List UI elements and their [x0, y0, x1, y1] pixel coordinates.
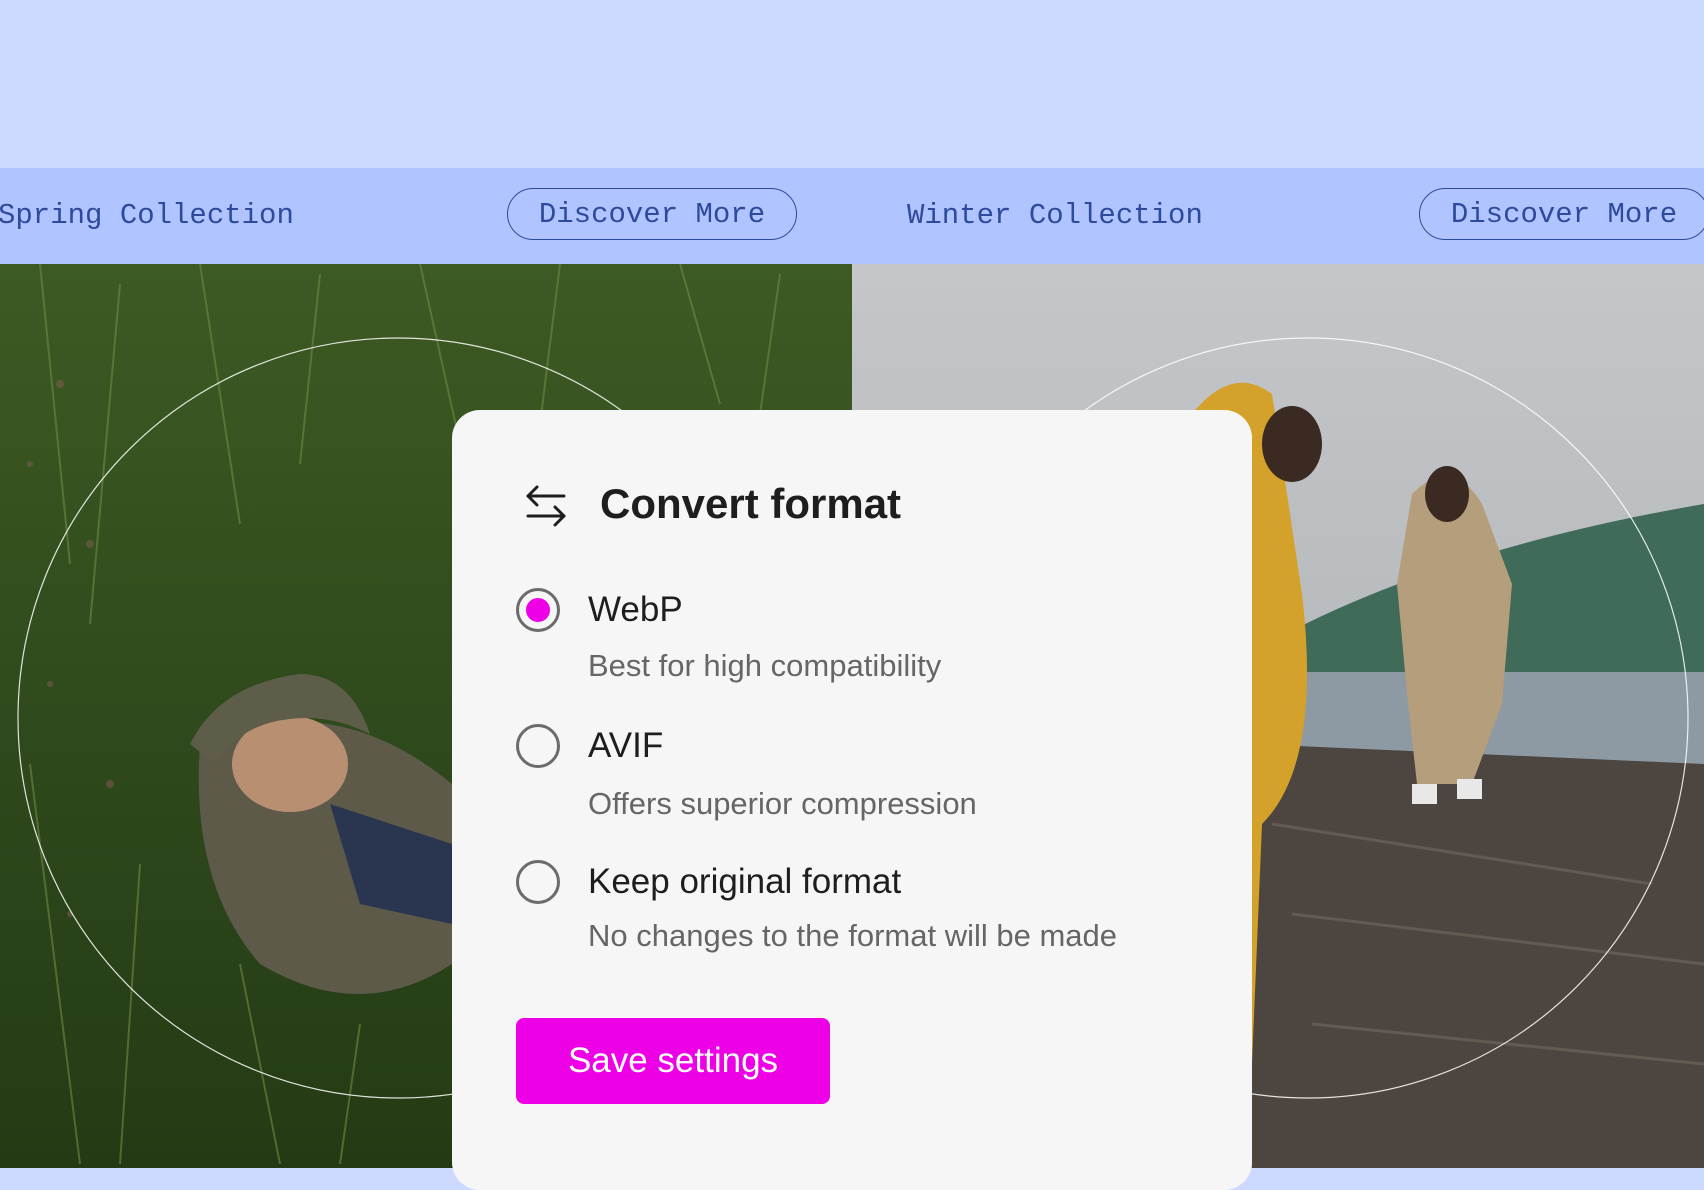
option-description: No changes to the format will be made	[588, 918, 1117, 953]
collection-bar: Spring Collection Discover More Winter C…	[0, 168, 1704, 264]
option-label: WebP	[588, 590, 683, 629]
top-band	[0, 0, 1704, 168]
option-label: Keep original format	[588, 862, 902, 901]
convert-format-dialog: Convert format WebP Best for high compat…	[452, 410, 1252, 1190]
swap-arrows-icon	[526, 485, 566, 527]
option-description: Offers superior compression	[588, 786, 977, 821]
option-avif[interactable]: AVIF Offers superior compression	[516, 724, 1196, 834]
option-label: AVIF	[588, 726, 664, 765]
radio-avif[interactable]	[516, 724, 560, 768]
radio-keep-original[interactable]	[516, 860, 560, 904]
option-keep-original[interactable]: Keep original format No changes to the f…	[516, 860, 1196, 970]
radio-selected-dot	[526, 598, 550, 622]
option-description: Best for high compatibility	[588, 648, 942, 683]
collection-label-spring: Spring Collection	[0, 199, 294, 232]
save-settings-button[interactable]: Save settings	[516, 1018, 830, 1104]
radio-webp[interactable]	[516, 588, 560, 632]
discover-more-button-spring[interactable]: Discover More	[507, 188, 797, 240]
discover-more-button-winter[interactable]: Discover More	[1419, 188, 1704, 240]
dialog-title: Convert format	[600, 480, 902, 527]
option-webp[interactable]: WebP Best for high compatibility	[516, 588, 1196, 698]
collection-label-winter: Winter Collection	[907, 199, 1203, 232]
